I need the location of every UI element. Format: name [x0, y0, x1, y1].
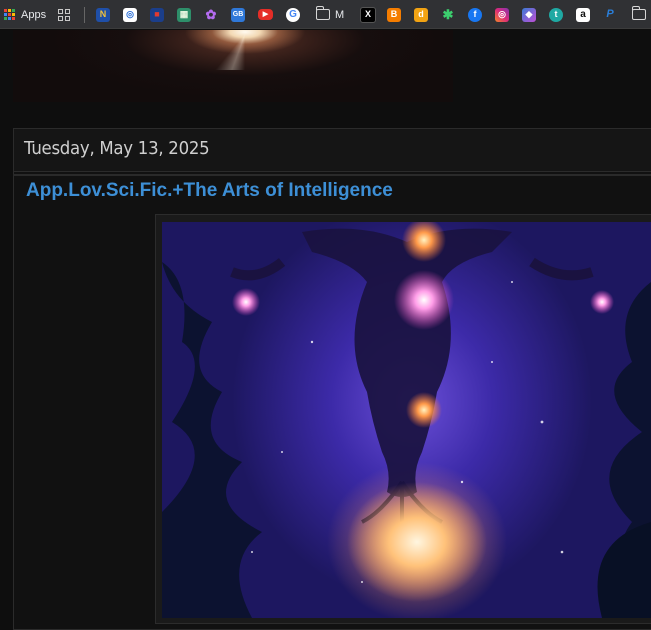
copilot-icon: ◆	[522, 7, 536, 22]
blogger-icon: B	[387, 7, 401, 22]
checker-icon: ▦	[177, 7, 191, 22]
asterisk-icon: ✱	[442, 7, 454, 22]
post-divider	[13, 174, 651, 176]
apps-grid-icon	[4, 8, 16, 21]
d-icon: d	[414, 7, 428, 22]
gb-icon: GB	[231, 7, 245, 22]
bookmark-asterisk[interactable]: ✱	[441, 0, 455, 29]
instagram-icon: ◎	[495, 7, 509, 22]
apps-shortcut[interactable]: Apps	[4, 0, 46, 29]
blog-header-image	[13, 30, 453, 102]
google-icon: G	[286, 7, 300, 22]
folder-icon	[631, 6, 646, 20]
bookmark-copilot[interactable]: ◆	[522, 0, 536, 29]
bookmark-instagram[interactable]: ◎	[495, 0, 509, 29]
cosmic-figure-illustration	[162, 222, 651, 618]
colorful-logo-icon: ✿	[205, 7, 217, 22]
amazon-icon: a	[576, 7, 590, 22]
bookmark-facebook[interactable]: f	[468, 0, 482, 29]
bookmark-folder[interactable]	[631, 0, 646, 29]
bookmark-colorful-logo[interactable]: ✿	[204, 0, 218, 29]
t-icon: t	[549, 7, 563, 22]
youtube-icon: ▶	[258, 9, 273, 20]
folder-icon	[315, 6, 330, 20]
bookmark-n[interactable]: N	[96, 0, 110, 29]
bookmark-blogger[interactable]: B	[387, 0, 401, 29]
bookmarks-bar: Apps N ◎ ■ ▦ ✿ GB ▶ G M X B d ✱ f ◎ ◆ t …	[0, 0, 651, 29]
folder-m-label: M	[335, 8, 345, 21]
bookmark-x[interactable]: X	[360, 0, 376, 29]
grid-icon	[58, 8, 70, 21]
bookmark-paypal[interactable]: P	[603, 0, 617, 29]
date-header-bar: Tuesday, May 13, 2025	[13, 128, 651, 172]
bookmark-t[interactable]: t	[549, 0, 563, 29]
bookmark-checker[interactable]: ▦	[177, 0, 191, 29]
tab-grid-button[interactable]	[58, 0, 70, 29]
bookmark-folder-m[interactable]: M	[315, 0, 345, 29]
post-title-link[interactable]: App.Lov.Sci.Fic.+The Arts of Intelligenc…	[26, 180, 393, 202]
x-icon: X	[360, 6, 376, 23]
bookmarks-separator	[84, 0, 85, 29]
n-icon: N	[96, 7, 110, 22]
bookmark-d[interactable]: d	[414, 0, 428, 29]
bookmark-google[interactable]: G	[286, 0, 300, 29]
bookmark-amazon[interactable]: a	[576, 0, 590, 29]
bookmark-youtube[interactable]: ▶	[258, 0, 273, 29]
spiral-icon: ◎	[123, 7, 137, 22]
facebook-icon: f	[468, 7, 482, 22]
square-logo-icon: ■	[150, 7, 164, 22]
bookmark-square-logo[interactable]: ■	[150, 0, 164, 29]
bookmark-spiral[interactable]: ◎	[123, 0, 137, 29]
apps-label: Apps	[21, 8, 47, 21]
post-image[interactable]	[162, 222, 651, 618]
paypal-icon: P	[606, 8, 614, 20]
bookmark-gb[interactable]: GB	[231, 0, 245, 29]
post-date: Tuesday, May 13, 2025	[24, 138, 210, 159]
